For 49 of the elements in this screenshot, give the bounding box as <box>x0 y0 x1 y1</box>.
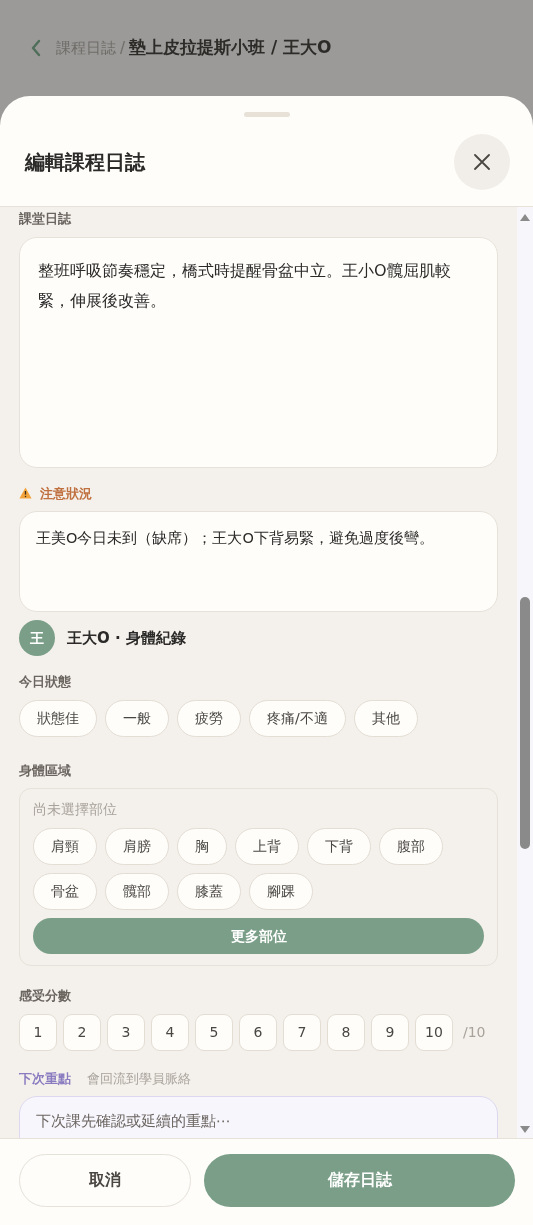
student-avatar: 王 <box>19 620 55 656</box>
score-option[interactable]: 3 <box>107 1013 145 1051</box>
score-option[interactable]: 10 <box>415 1013 453 1051</box>
body-area-chip[interactable]: 下背 <box>307 828 371 865</box>
sheet-title: 編輯課程日誌 <box>25 149 145 174</box>
field-label: 身體區域 <box>19 761 72 780</box>
section-title: 王大O · 身體紀錄 <box>67 627 186 649</box>
body-area-chip[interactable]: 髖部 <box>105 873 169 910</box>
score-max: /10 <box>463 1022 486 1042</box>
status-chip[interactable]: 其他 <box>353 699 418 737</box>
class-log-field[interactable]: 整班呼吸節奏穩定，橋式時提醒骨盆中立。王小O髖屈肌較緊，伸展後改善。 <box>19 236 498 468</box>
body-area-chip[interactable]: 肩頸 <box>33 828 97 865</box>
score-option[interactable]: 7 <box>283 1013 321 1051</box>
next-focus-field[interactable]: 下次課先確認或延續的重點⋯ <box>19 1096 498 1138</box>
scroll-up-icon[interactable] <box>519 213 531 222</box>
body-area-chip[interactable]: 腳踝 <box>249 873 313 910</box>
attention-field[interactable]: 王美O今日未到（缺席）；王大O下背易緊，避免過度後彎。 <box>19 511 498 612</box>
status-chip[interactable]: 疼痛/不適 <box>249 699 346 737</box>
body-area-chip[interactable]: 胸 <box>177 828 227 865</box>
close-icon <box>474 153 490 170</box>
empty-hint: 尚未選擇部位 <box>33 800 118 819</box>
cancel-button[interactable]: 取消 <box>19 1153 191 1207</box>
scrollbar-thumb[interactable] <box>520 597 530 849</box>
warning-icon <box>19 487 32 500</box>
score-option[interactable]: 8 <box>327 1013 365 1051</box>
field-label: 注意狀況 <box>40 484 92 503</box>
breadcrumb-current: 墊上皮拉提斯小班 / 王大O <box>129 36 332 60</box>
breadcrumb-separator: / <box>120 38 126 60</box>
body-area-chip[interactable]: 肩膀 <box>105 828 169 865</box>
status-chip[interactable]: 疲勞 <box>177 699 241 737</box>
body-area-chip[interactable]: 膝蓋 <box>177 873 241 910</box>
field-label: 課堂日誌 <box>19 210 72 228</box>
status-chip[interactable]: 一般 <box>105 699 169 737</box>
field-label: 下次重點 <box>19 1069 71 1088</box>
back-icon[interactable] <box>30 39 42 57</box>
score-option[interactable]: 9 <box>371 1013 409 1051</box>
score-option[interactable]: 6 <box>239 1013 277 1051</box>
score-option[interactable]: 5 <box>195 1013 233 1051</box>
field-note: 會回流到學員脈絡 <box>87 1069 191 1088</box>
score-option[interactable]: 4 <box>151 1013 189 1051</box>
field-label: 感受分數 <box>19 987 72 1005</box>
body-area-chip[interactable]: 上背 <box>235 828 299 865</box>
body-area-chip[interactable]: 骨盆 <box>33 873 97 910</box>
score-option[interactable]: 1 <box>19 1013 57 1051</box>
score-option[interactable]: 2 <box>63 1013 101 1051</box>
status-chip[interactable]: 狀態佳 <box>19 699 97 737</box>
scroll-down-icon[interactable] <box>519 1125 531 1134</box>
body-area-chip[interactable]: 腹部 <box>379 828 443 865</box>
field-label: 今日狀態 <box>19 673 72 691</box>
